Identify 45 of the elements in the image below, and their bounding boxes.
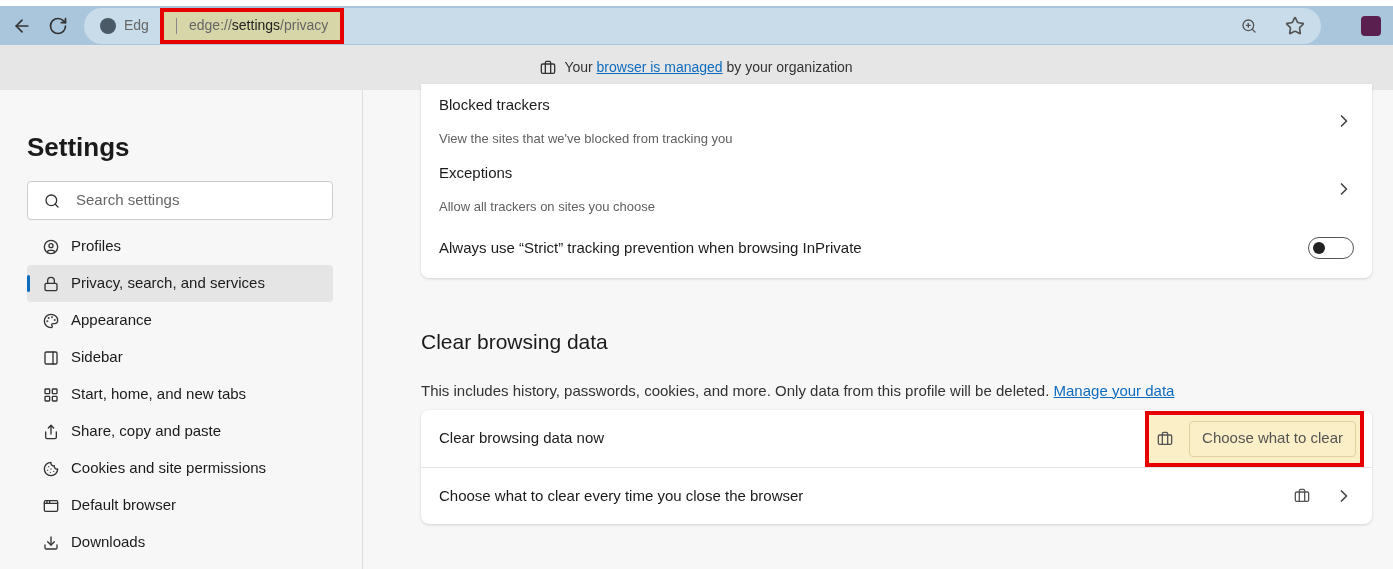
profile-avatar-icon[interactable] (1361, 15, 1381, 36)
browser-logo-icon (100, 17, 116, 34)
sidebar-item[interactable]: Sidebar (27, 339, 333, 376)
search-input[interactable]: Search settings (76, 189, 316, 212)
section-heading: Clear browsing data (421, 329, 609, 355)
zoom-icon[interactable] (1241, 17, 1257, 34)
site-label: Edg (124, 16, 150, 35)
briefcase-icon (540, 59, 557, 76)
url-text[interactable]: edge://settings/privacy (160, 7, 345, 44)
sidebar-item[interactable]: Profiles (27, 228, 333, 265)
banner-text: Your browser is managed by your organization (564, 58, 853, 77)
address-bar[interactable]: Edg edge://settings/privacy (84, 7, 1321, 44)
setting-title: Clear browsing data now (439, 428, 605, 449)
sidebar-item[interactable]: Privacy, search, and services (27, 265, 333, 302)
setting-title: Exceptions (439, 163, 514, 183)
profile-icon (43, 238, 59, 255)
setting-title: Choose what to clear every time you close the browser (439, 485, 804, 506)
setting-title: Always use “Strict” tracking prevention when browsing InPrivate (439, 237, 862, 258)
download-icon (43, 534, 59, 551)
sidebar-item[interactable]: Appearance (27, 302, 333, 339)
sidebar-item[interactable]: Downloads (27, 524, 333, 561)
palette-icon (43, 312, 59, 329)
sidebar-item[interactable]: Start, home, and new tabs (27, 376, 333, 413)
search-field[interactable]: Search settings (27, 181, 333, 220)
refresh-icon[interactable] (48, 15, 68, 36)
managed-link[interactable]: browser is managed (596, 59, 723, 75)
search-icon (44, 192, 60, 209)
settings-title: Settings (27, 131, 131, 164)
sidebar-item[interactable]: Default browser (27, 487, 333, 524)
section-description: This includes history, passwords, cookies, and more. Only data from this profile will be deleted. Manage your data (421, 380, 1176, 401)
cookie-icon (43, 460, 59, 477)
share-icon (43, 423, 59, 440)
lock-icon (43, 275, 59, 292)
manage-data-link[interactable]: Manage your data (1053, 381, 1175, 399)
panel-icon (43, 349, 59, 366)
setting-description: Allow all trackers on sites you choose (439, 197, 656, 216)
toggle-switch[interactable] (1308, 237, 1354, 259)
choose-what-to-clear-button[interactable]: Choose what to clear (1189, 420, 1356, 457)
favorite-icon[interactable] (1285, 15, 1305, 36)
window-icon (43, 497, 59, 514)
setting-title: Blocked trackers (439, 95, 551, 115)
setting-description: View the sites that we've blocked from tracking you (439, 129, 733, 148)
sidebar-item[interactable]: Share, copy and paste (27, 413, 333, 450)
grid-icon (43, 386, 59, 403)
sidebar-item[interactable]: Cookies and site permissions (27, 450, 333, 487)
